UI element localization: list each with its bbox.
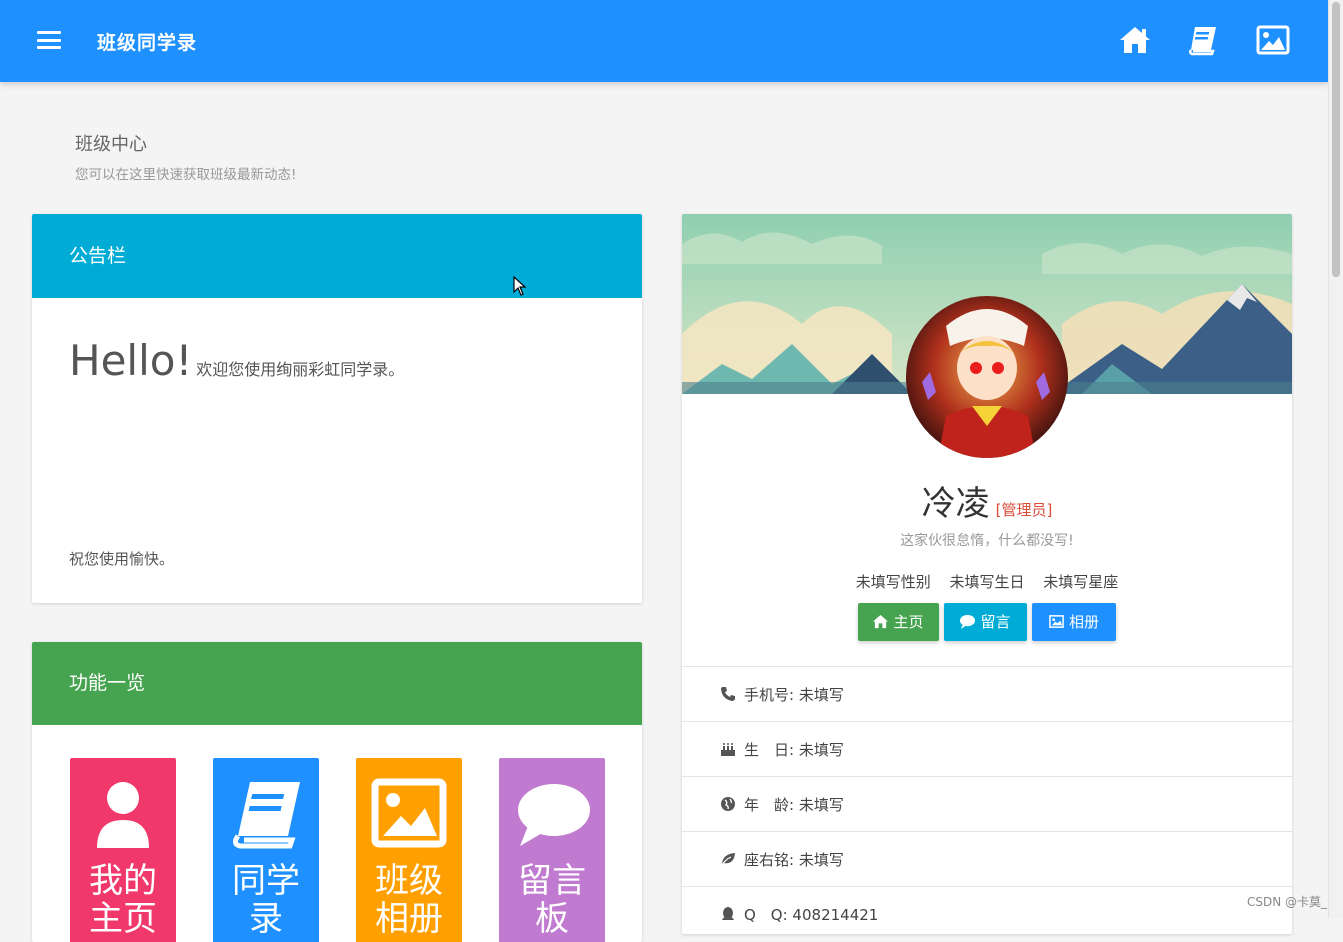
image-icon[interactable] xyxy=(1256,24,1290,56)
home-icon[interactable] xyxy=(1118,24,1152,56)
profile-details-list: 手机号: 未填写 生 日: 未填写 年 龄: 未填写 座右铭: 未填写 Q Q:… xyxy=(682,666,1292,934)
qq-icon xyxy=(722,907,734,920)
watermark: CSDN @卡莫_ xyxy=(1246,895,1327,909)
home-icon xyxy=(873,614,889,629)
message-button-label: 留言 xyxy=(980,613,1011,631)
mouse-cursor-icon xyxy=(513,276,527,296)
top-navbar: 班级同学录 xyxy=(0,0,1329,82)
list-item: 生 日: 未填写 xyxy=(682,721,1292,776)
list-item: Q Q: 408214421 xyxy=(682,886,1292,934)
hamburger-menu-icon[interactable] xyxy=(37,31,61,49)
tile-label: 班级相册 xyxy=(375,861,443,939)
motto-text: 座右铭: 未填写 xyxy=(744,851,844,869)
list-item: 年 龄: 未填写 xyxy=(682,776,1292,831)
tile-message-board[interactable]: 留言板 xyxy=(499,758,605,942)
role-badge: [管理员] xyxy=(995,501,1053,519)
notice-hello: Hello! 欢迎您使用绚丽彩虹同学录。 xyxy=(69,336,404,385)
notice-card: 公告栏 Hello! 欢迎您使用绚丽彩虹同学录。 祝您使用愉快。 xyxy=(32,214,642,603)
profile-name-row: 冷凌 [管理员] xyxy=(682,476,1292,525)
age-text: 年 龄: 未填写 xyxy=(744,796,844,814)
album-button[interactable]: 相册 xyxy=(1032,603,1116,641)
hello-text: Hello! xyxy=(69,336,193,385)
album-button-label: 相册 xyxy=(1068,613,1099,631)
leaf-icon xyxy=(720,853,735,867)
comment-icon xyxy=(518,784,590,846)
qq-text: Q Q: 408214421 xyxy=(744,906,879,924)
features-card: 功能一览 我的主页 同学录 班级相册 留言板 xyxy=(32,642,642,942)
app-title[interactable]: 班级同学录 xyxy=(97,28,197,55)
comment-icon xyxy=(960,614,976,629)
profile-info: 未填写性别 未填写生日 未填写星座 xyxy=(682,571,1292,592)
birthday-cake-icon xyxy=(721,743,735,756)
homepage-button[interactable]: 主页 xyxy=(858,603,939,641)
list-item: 座右铭: 未填写 xyxy=(682,831,1292,886)
user-icon xyxy=(97,782,149,848)
welcome-text: 欢迎您使用绚丽彩虹同学录。 xyxy=(196,360,405,379)
tile-label: 同学录 xyxy=(232,861,300,939)
scrollbar-thumb[interactable] xyxy=(1332,2,1340,277)
features-card-header: 功能一览 xyxy=(32,642,642,725)
image-icon xyxy=(371,778,447,848)
tile-label: 我的主页 xyxy=(89,861,157,939)
notice-card-header: 公告栏 xyxy=(32,214,642,298)
phone-icon xyxy=(721,687,735,701)
user-avatar[interactable] xyxy=(906,296,1068,458)
constellation-info: 未填写星座 xyxy=(1043,573,1119,591)
tile-my-homepage[interactable]: 我的主页 xyxy=(70,758,176,942)
page-subtitle: 您可以在这里快速获取班级最新动态! xyxy=(75,167,297,183)
profile-name: 冷凌 xyxy=(921,484,990,524)
profile-motto: 这家伙很怠惰，什么都没写! xyxy=(900,533,1074,549)
notice-footer-text: 祝您使用愉快。 xyxy=(69,550,175,568)
profile-card: 冷凌 [管理员] 这家伙很怠惰，什么都没写! 未填写性别 未填写生日 未填写星座 … xyxy=(682,214,1292,934)
phone-text: 手机号: 未填写 xyxy=(744,686,844,704)
image-icon xyxy=(1049,615,1064,628)
homepage-button-label: 主页 xyxy=(893,613,924,631)
tile-label: 留言板 xyxy=(518,861,586,939)
book-icon[interactable] xyxy=(1186,24,1220,56)
page-scrollbar[interactable] xyxy=(1328,0,1343,918)
birthday-info: 未填写生日 xyxy=(949,573,1025,591)
birthday-text: 生 日: 未填写 xyxy=(744,741,844,759)
message-button[interactable]: 留言 xyxy=(944,603,1027,641)
tile-class-album[interactable]: 班级相册 xyxy=(356,758,462,942)
globe-icon xyxy=(721,797,735,811)
page-title: 班级中心 xyxy=(75,134,147,155)
list-item: 手机号: 未填写 xyxy=(682,666,1292,721)
tile-classmates[interactable]: 同学录 xyxy=(213,758,319,942)
book-icon xyxy=(232,782,300,849)
gender-info: 未填写性别 xyxy=(855,573,931,591)
